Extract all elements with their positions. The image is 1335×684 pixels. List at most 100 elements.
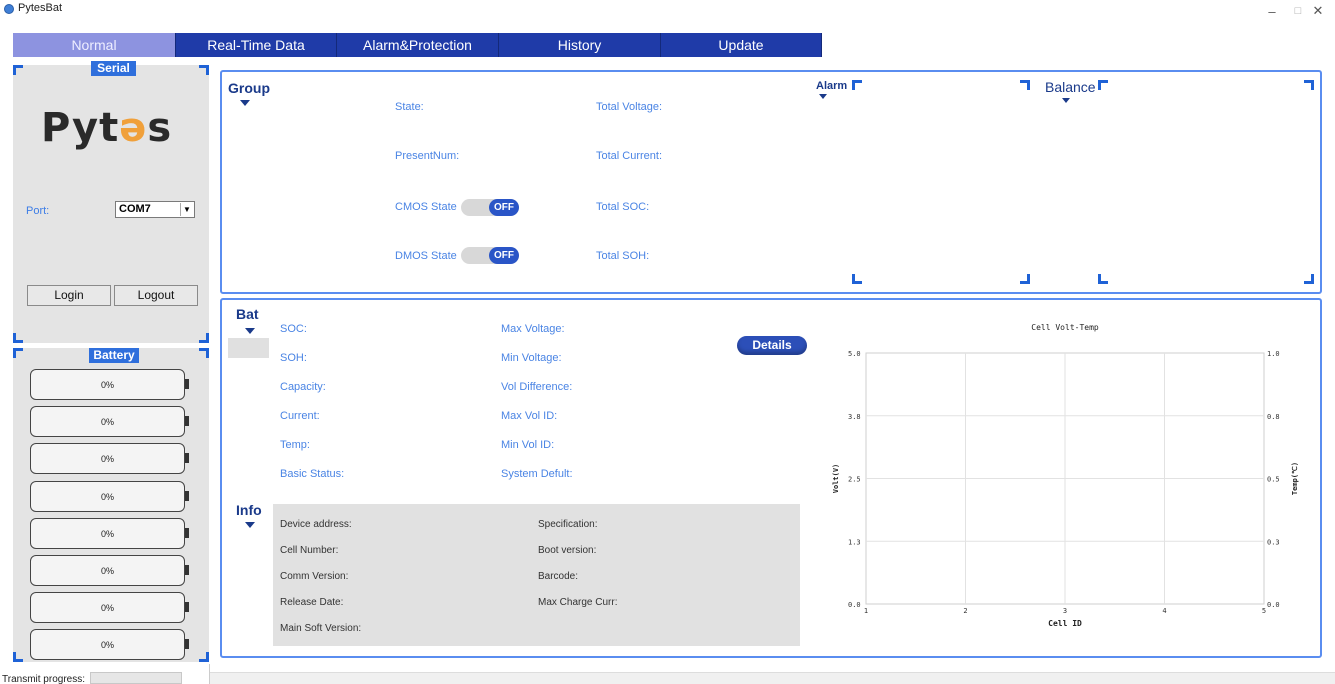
specification-label: Specification:: [538, 519, 598, 530]
corner-decoration: [13, 65, 23, 75]
info-box: Device address: Cell Number: Comm Versio…: [273, 504, 800, 646]
bat-selector[interactable]: [228, 338, 269, 358]
battery-terminal-icon: [185, 453, 189, 463]
min-vol-id-label: Min Vol ID:: [501, 439, 555, 451]
battery-terminal-icon: [185, 379, 189, 389]
bat-title: Bat: [236, 306, 259, 322]
x-tick-label: 4: [1162, 607, 1166, 615]
corner-decoration: [852, 274, 862, 284]
x-tick-label: 5: [1262, 607, 1266, 615]
caret-down-icon[interactable]: [245, 522, 255, 528]
capacity-label: Capacity:: [280, 381, 326, 393]
soc-label: SOC:: [280, 323, 307, 335]
cell-volt-temp-chart: Cell Volt-Temp1 2 3 4 50.01.32.53.85.00.00.3…: [832, 323, 1299, 628]
battery-cell: 0%: [30, 518, 185, 549]
total-current-label: Total Current:: [596, 150, 663, 162]
alarm-box: [852, 80, 1030, 284]
max-vol-id-label: Max Vol ID:: [501, 410, 558, 422]
corner-decoration: [199, 652, 209, 662]
y2-tick-label: 0.0: [1267, 601, 1280, 609]
toggle-knob: OFF: [489, 247, 519, 264]
port-label: Port:: [26, 205, 50, 217]
serial-panel: Serial Pytəs Port: COM7 ▼ Login Logout: [13, 61, 209, 343]
max-charge-curr-label: Max Charge Curr:: [538, 597, 618, 608]
tab-real-time-data[interactable]: Real-Time Data: [176, 33, 337, 57]
balance-title: Balance: [1045, 79, 1096, 95]
window-title: PytesBat: [18, 2, 63, 14]
y-tick-label: 3.8: [848, 413, 861, 421]
present-num-label: PresentNum:: [395, 150, 460, 162]
corner-decoration: [1304, 274, 1314, 284]
transmit-progress-label: Transmit progress:: [2, 674, 85, 684]
max-voltage-label: Max Voltage:: [501, 323, 565, 335]
app-icon: [4, 4, 14, 14]
tab-alarm-protection[interactable]: Alarm&Protection: [337, 33, 499, 57]
corner-decoration: [852, 80, 862, 90]
corner-decoration: [13, 348, 23, 358]
temp-label: Temp:: [280, 439, 310, 451]
basic-status-label: Basic Status:: [280, 468, 345, 480]
y-tick-label: 5.0: [848, 350, 861, 358]
current-label: Current:: [280, 410, 320, 422]
cmos-toggle[interactable]: OFF: [461, 199, 519, 216]
battery-terminal-icon: [185, 565, 189, 575]
tab-normal[interactable]: Normal: [13, 33, 176, 57]
comm-version-label: Comm Version:: [280, 571, 349, 582]
y-tick-label: 2.5: [848, 476, 861, 484]
tab-history[interactable]: History: [499, 33, 661, 57]
toggle-knob: OFF: [489, 199, 519, 216]
caret-down-icon[interactable]: [1062, 98, 1070, 103]
battery-terminal-icon: [185, 528, 189, 538]
close-button[interactable]: ✕: [1301, 0, 1335, 22]
battery-terminal-icon: [185, 491, 189, 501]
serial-header: Serial: [91, 61, 136, 76]
corner-decoration: [1098, 80, 1108, 90]
login-button[interactable]: Login: [27, 285, 111, 306]
chevron-down-icon[interactable]: ▼: [180, 203, 193, 216]
dmos-toggle[interactable]: OFF: [461, 247, 519, 264]
pytes-logo: Pytəs: [41, 105, 173, 151]
y-axis-label: Volt(V): [832, 464, 840, 494]
corner-decoration: [199, 333, 209, 343]
y2-tick-label: 0.3: [1267, 538, 1280, 546]
y2-tick-label: 0.5: [1267, 476, 1280, 484]
details-button[interactable]: Details: [737, 336, 807, 355]
balance-box: [1098, 80, 1314, 284]
min-voltage-label: Min Voltage:: [501, 352, 562, 364]
dmos-state-label: DMOS State: [395, 250, 457, 262]
soh-label: SOH:: [280, 352, 307, 364]
corner-decoration: [1020, 80, 1030, 90]
chart-title: Cell Volt-Temp: [1031, 323, 1099, 332]
corner-decoration: [199, 65, 209, 75]
battery-terminal-icon: [185, 639, 189, 649]
caret-down-icon[interactable]: [245, 328, 255, 334]
corner-decoration: [1304, 80, 1314, 90]
corner-decoration: [1098, 274, 1108, 284]
main-soft-version-label: Main Soft Version:: [280, 623, 362, 634]
logout-button[interactable]: Logout: [114, 285, 198, 306]
caret-down-icon[interactable]: [819, 94, 827, 99]
corner-decoration: [199, 348, 209, 358]
x-tick-label: 3: [1063, 607, 1067, 615]
vol-difference-label: Vol Difference:: [501, 381, 573, 393]
title-bar: PytesBat – □ ✕: [0, 0, 1335, 22]
y2-axis-label: Temp(℃): [1291, 462, 1299, 495]
system-default-label: System Defult:: [501, 468, 573, 480]
cell-number-label: Cell Number:: [280, 545, 339, 556]
battery-cell: 0%: [30, 629, 185, 660]
y2-tick-label: 0.8: [1267, 413, 1280, 421]
boot-version-label: Boot version:: [538, 545, 597, 556]
alarm-title: Alarm: [816, 80, 848, 92]
state-label: State:: [395, 101, 424, 113]
group-title: Group: [228, 80, 270, 96]
port-select[interactable]: COM7 ▼: [115, 201, 195, 218]
battery-cell: 0%: [30, 369, 185, 400]
caret-down-icon[interactable]: [240, 100, 250, 106]
device-address-label: Device address:: [280, 519, 352, 530]
tab-update[interactable]: Update: [661, 33, 822, 57]
x-tick-label: 2: [963, 607, 967, 615]
total-soh-label: Total SOH:: [596, 250, 650, 262]
total-voltage-label: Total Voltage:: [596, 101, 663, 113]
total-soc-label: Total SOC:: [596, 201, 650, 213]
barcode-label: Barcode:: [538, 571, 579, 582]
